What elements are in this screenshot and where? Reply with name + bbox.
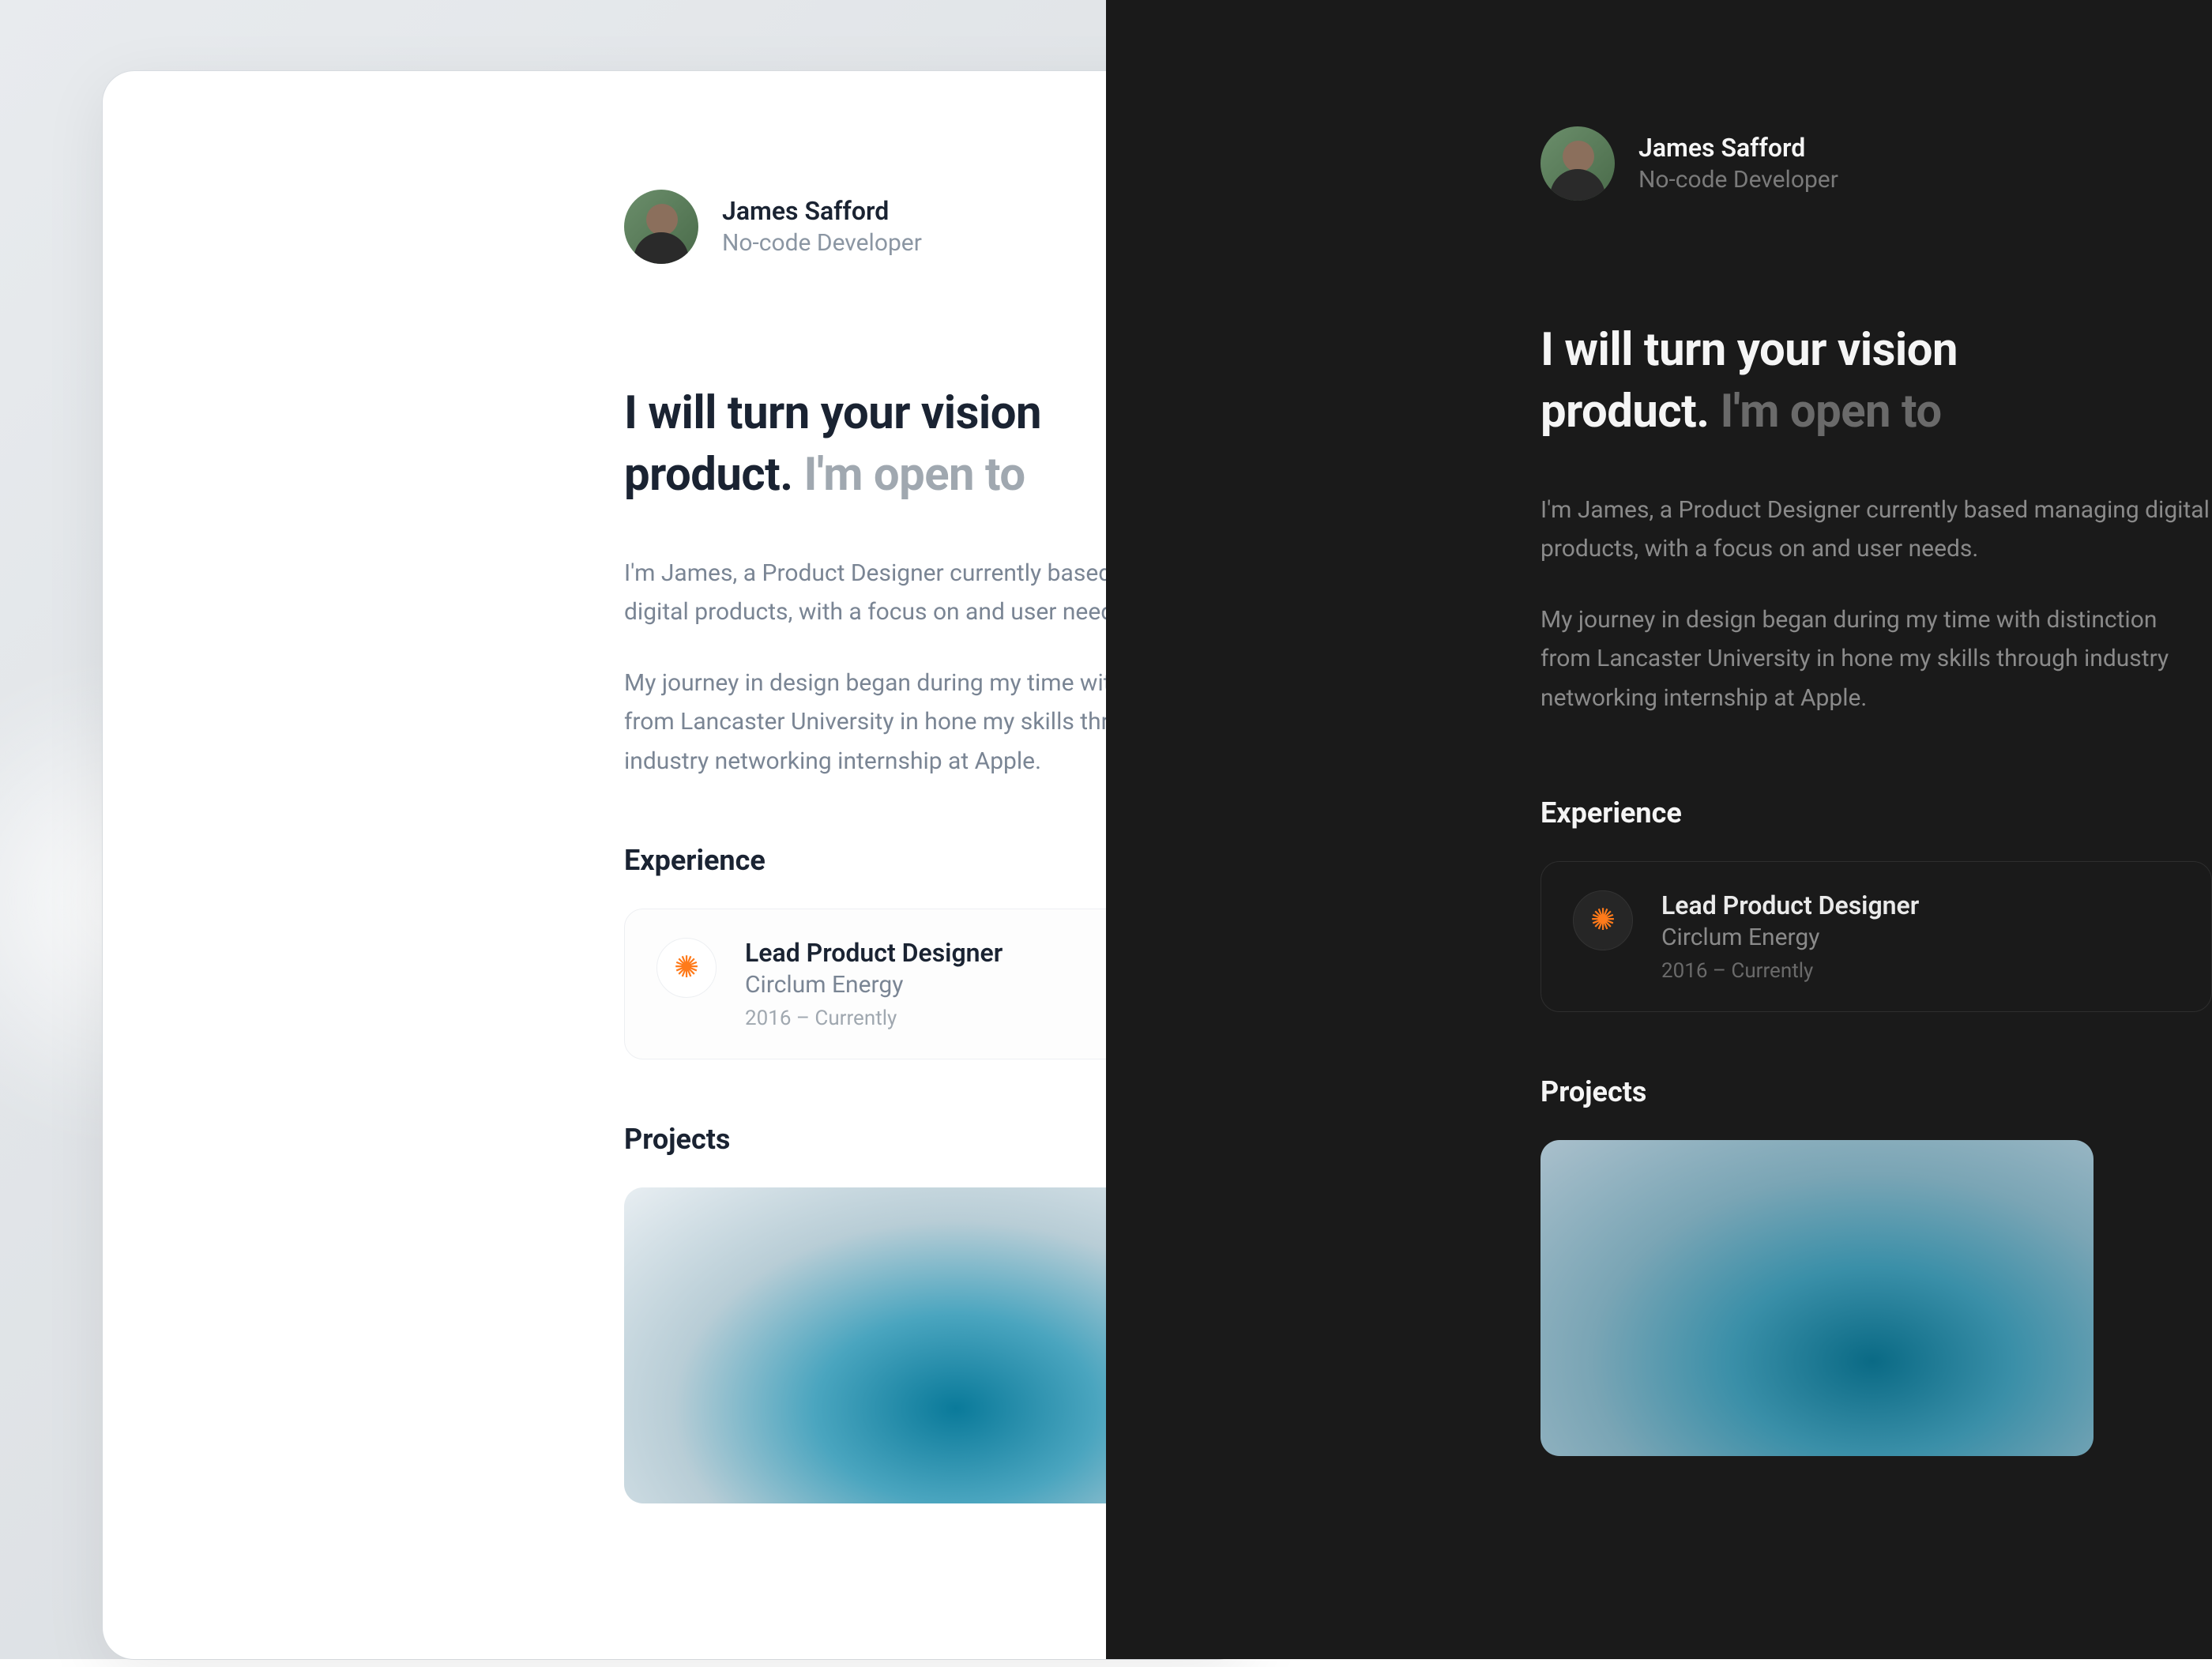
avatar[interactable] bbox=[1540, 126, 1615, 201]
headline-line1: I will turn your vision bbox=[1540, 323, 1958, 377]
project-thumbnail[interactable] bbox=[624, 1187, 1177, 1503]
avatar[interactable] bbox=[624, 190, 698, 264]
job-dates: 2016 – Currently bbox=[1661, 959, 1919, 983]
portfolio-card-dark: James Safford No-code Developer I will t… bbox=[1106, 8, 2212, 1667]
experience-card[interactable]: Lead Product Designer Circlum Energy 201… bbox=[1540, 861, 2212, 1012]
company-name: Circlum Energy bbox=[1661, 924, 1919, 951]
profile-role: No-code Developer bbox=[722, 228, 922, 258]
bio-paragraph-2: My journey in design began during my tim… bbox=[1540, 600, 2212, 718]
experience-heading: Experience bbox=[1540, 796, 2212, 830]
experience-text: Lead Product Designer Circlum Energy 201… bbox=[1661, 890, 1919, 983]
sun-icon bbox=[1587, 905, 1619, 936]
profile-text: James Safford No-code Developer bbox=[1638, 132, 1838, 196]
headline-line1: I will turn your vision bbox=[624, 386, 1041, 440]
job-dates: 2016 – Currently bbox=[745, 1007, 1003, 1030]
profile-text: James Safford No-code Developer bbox=[722, 195, 922, 259]
bio-paragraph-1: I'm James, a Product Designer currently … bbox=[1540, 491, 2212, 569]
company-logo bbox=[1573, 890, 1633, 950]
project-thumbnail[interactable] bbox=[1540, 1140, 2094, 1456]
profile-header: James Safford No-code Developer bbox=[1540, 126, 2212, 201]
portfolio-card-light: James Safford No-code Developer I will t… bbox=[103, 71, 1248, 1659]
company-logo bbox=[656, 938, 717, 998]
headline-line2: product. bbox=[624, 448, 793, 502]
profile-name: James Safford bbox=[722, 195, 922, 228]
job-title: Lead Product Designer bbox=[745, 938, 1003, 968]
light-theme-panel: James Safford No-code Developer I will t… bbox=[0, 0, 1106, 1659]
headline-muted: I'm open to bbox=[803, 448, 1025, 502]
experience-text: Lead Product Designer Circlum Energy 201… bbox=[745, 938, 1003, 1030]
sun-icon bbox=[671, 952, 702, 984]
headline-muted: I'm open to bbox=[1720, 385, 1941, 438]
profile-name: James Safford bbox=[1638, 132, 1838, 165]
headline-line2: product. bbox=[1540, 385, 1710, 438]
headline: I will turn your vision product. I'm ope… bbox=[1540, 319, 2212, 443]
dark-theme-panel: James Safford No-code Developer I will t… bbox=[1106, 0, 2212, 1659]
theme-split: James Safford No-code Developer I will t… bbox=[0, 0, 2212, 1659]
profile-role: No-code Developer bbox=[1638, 164, 1838, 195]
job-title: Lead Product Designer bbox=[1661, 890, 1919, 920]
company-name: Circlum Energy bbox=[745, 971, 1003, 999]
projects-heading: Projects bbox=[1540, 1075, 2212, 1108]
